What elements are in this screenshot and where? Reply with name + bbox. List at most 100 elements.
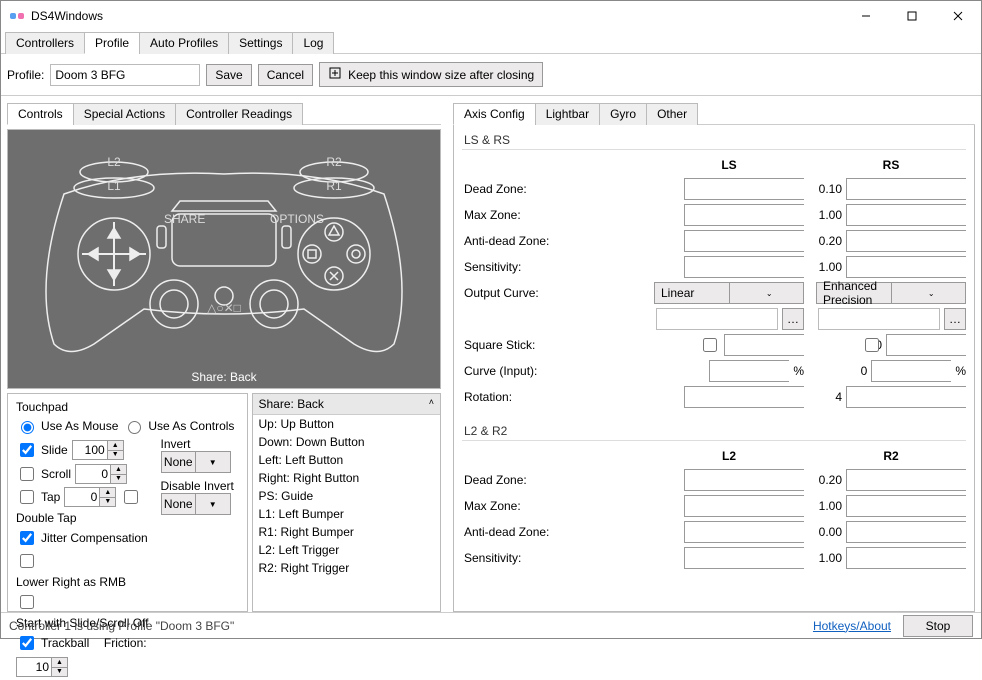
ls-square-check[interactable] (703, 338, 717, 352)
rs-curvein-input[interactable]: ▲▼ (871, 360, 951, 382)
profile-name-input[interactable] (50, 64, 200, 86)
tab-settings[interactable]: Settings (228, 32, 293, 54)
trackball-check[interactable] (20, 636, 34, 650)
rs-maxzone-input[interactable]: ▲▼ (846, 204, 966, 226)
use-as-mouse-radio[interactable] (21, 421, 34, 434)
mapping-item[interactable]: Right: Right Button (253, 469, 441, 487)
rs-sens-input[interactable]: ▲▼ (846, 256, 966, 278)
mapping-list-header: Share: Back (259, 397, 324, 411)
scroll-check[interactable] (20, 467, 34, 481)
chevron-up-icon[interactable]: ˄ (429, 397, 434, 411)
keep-window-size-button[interactable]: Keep this window size after closing (319, 62, 543, 87)
stop-button[interactable]: Stop (903, 615, 973, 637)
l2-antidead-input[interactable]: ▲▼ (684, 521, 804, 543)
rs-browse-button[interactable]: … (944, 308, 966, 330)
svg-text:△○✕□: △○✕□ (207, 301, 241, 315)
start-slide-off-check[interactable] (20, 595, 34, 609)
r2-sens-input[interactable]: ▲▼ (846, 547, 966, 569)
maximize-button[interactable] (889, 1, 935, 31)
disable-invert-label: Disable Invert (161, 479, 239, 493)
mapping-item[interactable]: Up: Up Button (253, 415, 441, 433)
minimize-button[interactable] (843, 1, 889, 31)
tab-auto-profiles[interactable]: Auto Profiles (139, 32, 229, 54)
rs-square-check[interactable] (865, 338, 879, 352)
mapping-item[interactable]: R2: Right Trigger (253, 559, 441, 577)
resize-icon (328, 66, 342, 83)
hotkeys-link[interactable]: Hotkeys/About (813, 619, 891, 633)
svg-text:R2: R2 (326, 155, 342, 169)
rs-square-input[interactable]: ▲▼ (886, 334, 966, 356)
slide-spin[interactable]: ▲▼ (72, 440, 124, 460)
rs-custom-curve-text[interactable] (818, 308, 940, 330)
tab-profile[interactable]: Profile (84, 32, 140, 54)
rs-deadzone-input[interactable]: ▲▼ (846, 178, 966, 200)
status-bar: Controller 1 is using Profile "Doom 3 BF… (1, 612, 981, 638)
doubletap-check[interactable] (124, 490, 138, 504)
ls-maxzone-input[interactable]: ▲▼ (684, 204, 804, 226)
scroll-spin[interactable]: ▲▼ (75, 464, 127, 484)
r2-deadzone-input[interactable]: ▲▼ (846, 469, 966, 491)
svg-text:SHARE: SHARE (164, 212, 205, 226)
mapping-item[interactable]: R1: Right Bumper (253, 523, 441, 541)
close-button[interactable] (935, 1, 981, 31)
tab-lightbar[interactable]: Lightbar (535, 103, 600, 125)
mapping-item[interactable]: Down: Down Button (253, 433, 441, 451)
lsrs-section-label: LS & RS (462, 129, 966, 150)
disable-invert-combo[interactable]: None▼ (161, 493, 231, 515)
axis-config-panel[interactable]: LS & RS LSRS Dead Zone: ▲▼ ▲▼ Max Zone: … (453, 125, 975, 612)
mapping-item[interactable]: L1: Left Bumper (253, 505, 441, 523)
mapping-item[interactable]: Left: Left Button (253, 451, 441, 469)
window: DS4Windows Controllers Profile Auto Prof… (0, 0, 982, 639)
app-logo-icon (9, 8, 25, 24)
svg-text:R1: R1 (326, 179, 342, 193)
tab-controller-readings[interactable]: Controller Readings (175, 103, 303, 125)
controller-diagram[interactable]: L2 R2 L1 R1 SHARE OPTIONS (7, 129, 441, 389)
rs-antidead-input[interactable]: ▲▼ (846, 230, 966, 252)
tab-axis-config[interactable]: Axis Config (453, 103, 536, 125)
slide-check[interactable] (20, 443, 34, 457)
status-text: Controller 1 is using Profile "Doom 3 BF… (9, 619, 234, 633)
ls-deadzone-input[interactable]: ▲▼ (684, 178, 804, 200)
rotation-label: Rotation: (462, 384, 642, 410)
rs-rotation-input[interactable]: ▲▼ (846, 386, 966, 408)
save-button[interactable]: Save (206, 64, 251, 86)
tab-gyro[interactable]: Gyro (599, 103, 647, 125)
ls-curvein-input[interactable]: ▲▼ (709, 360, 789, 382)
r2-antidead-input[interactable]: ▲▼ (846, 521, 966, 543)
r2-maxzone-input[interactable]: ▲▼ (846, 495, 966, 517)
tap-check[interactable] (20, 490, 34, 504)
ls-antidead-input[interactable]: ▲▼ (684, 230, 804, 252)
jitter-check[interactable] (20, 531, 34, 545)
tab-controls[interactable]: Controls (7, 103, 74, 125)
hover-mapping-label: Share: Back (191, 370, 256, 384)
rs-outputcurve-combo[interactable]: Enhanced Precision⌄ (816, 282, 966, 304)
tab-special-actions[interactable]: Special Actions (73, 103, 176, 125)
friction-spin[interactable]: ▲▼ (16, 657, 68, 677)
window-title: DS4Windows (31, 9, 843, 23)
tab-log[interactable]: Log (292, 32, 334, 54)
ls-custom-curve-text[interactable] (656, 308, 778, 330)
ls-square-input[interactable]: ▲▼ (724, 334, 804, 356)
right-subtabs: Axis Config Lightbar Gyro Other (453, 102, 975, 125)
l2r2-section-label: L2 & R2 (462, 420, 966, 441)
mapping-item[interactable]: L2: Left Trigger (253, 541, 441, 559)
use-as-controls-radio[interactable] (128, 421, 141, 434)
l2-sens-input[interactable]: ▲▼ (684, 547, 804, 569)
ls-rotation-input[interactable]: ▲▼ (684, 386, 804, 408)
ls-sens-input[interactable]: ▲▼ (684, 256, 804, 278)
rs-header: RS (816, 154, 966, 176)
tab-other[interactable]: Other (646, 103, 698, 125)
l2-maxzone-input[interactable]: ▲▼ (684, 495, 804, 517)
ls-browse-button[interactable]: … (782, 308, 804, 330)
ls-outputcurve-combo[interactable]: Linear⌄ (654, 282, 804, 304)
curve-input-label: Curve (Input): (462, 358, 642, 384)
invert-combo[interactable]: None▼ (161, 451, 231, 473)
tab-controllers[interactable]: Controllers (5, 32, 85, 54)
touchpad-panel: Touchpad Use As Mouse Use As Controls Sl… (7, 393, 248, 612)
cancel-button[interactable]: Cancel (258, 64, 313, 86)
tap-spin[interactable]: ▲▼ (64, 487, 116, 507)
mapping-item[interactable]: PS: Guide (253, 487, 441, 505)
profile-label: Profile: (7, 68, 44, 82)
lower-right-rmb-check[interactable] (20, 554, 34, 568)
l2-deadzone-input[interactable]: ▲▼ (684, 469, 804, 491)
